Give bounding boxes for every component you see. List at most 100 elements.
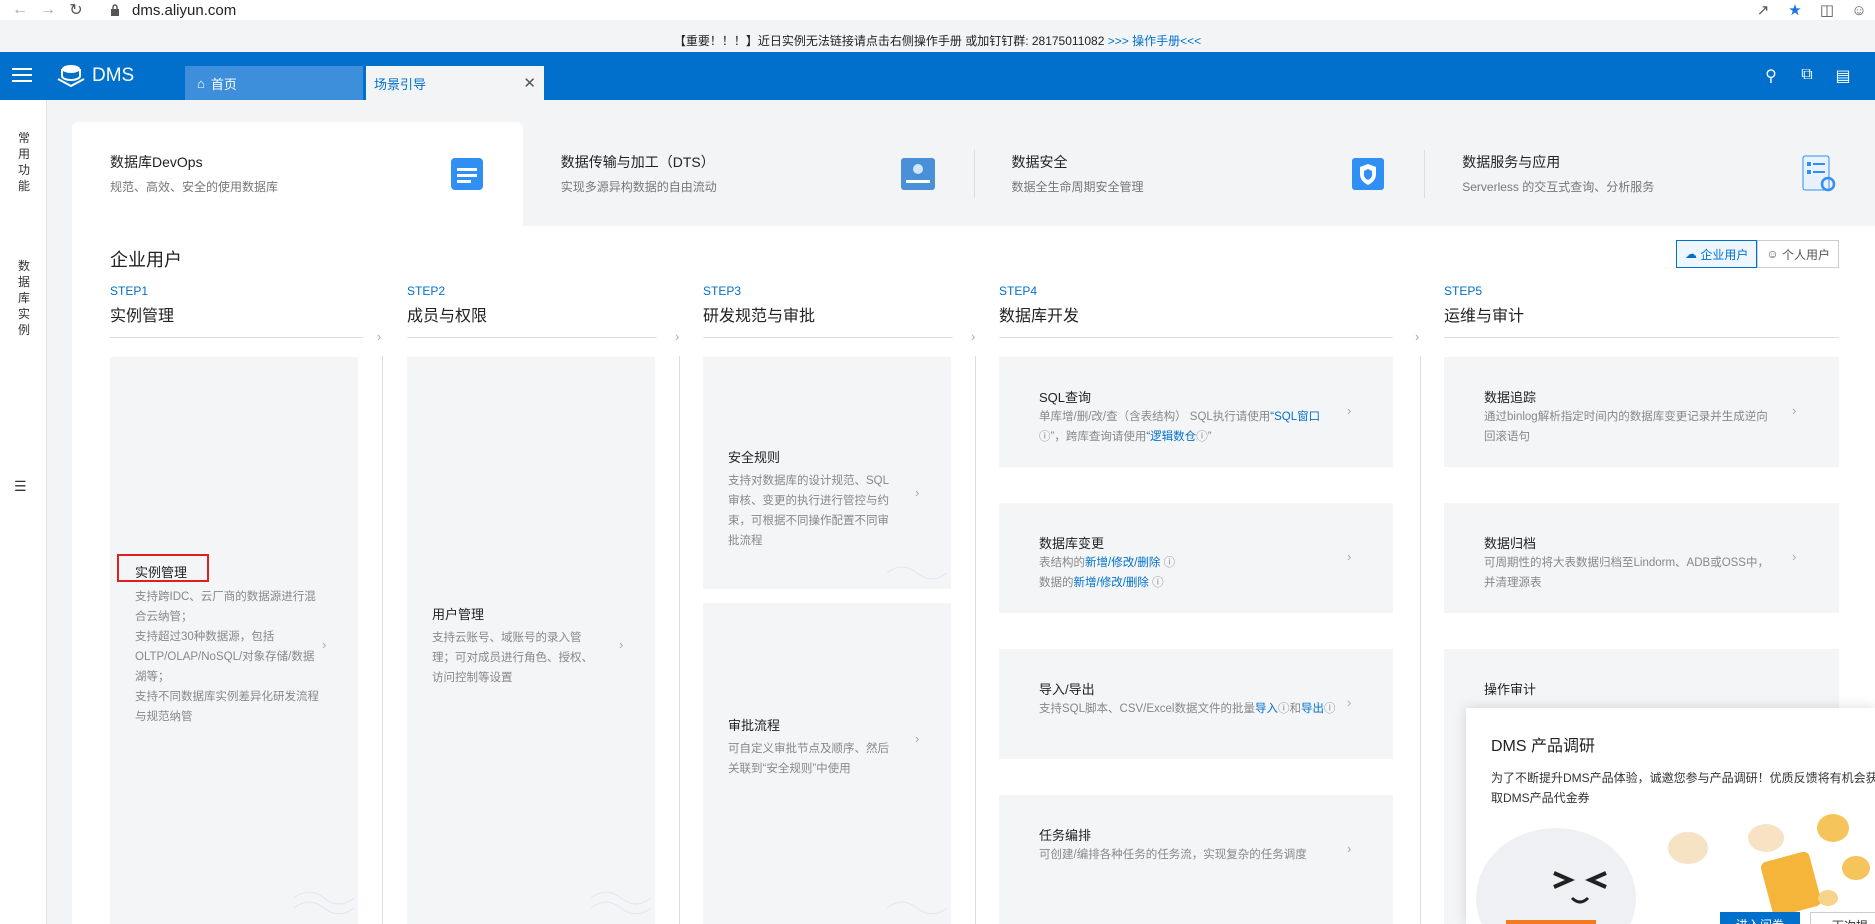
card-title: 操作审计	[1484, 682, 1537, 697]
notice-bar: 【重要！！！】近日实例无法链接请点击右侧操作手册 或加钉钉群: 28175011…	[0, 28, 1875, 54]
scene-tabs: 数据库DevOps 规范、高效、安全的使用数据库 数据传输与加工（DTS） 实现…	[72, 122, 1875, 226]
share-icon[interactable]: ↗	[1747, 1, 1779, 19]
address-bar[interactable]: dms.aliyun.com	[110, 0, 236, 20]
help-icon[interactable]: ⓘ	[1196, 431, 1208, 443]
manual-link[interactable]: >>> 操作手册<<<	[1108, 34, 1201, 48]
card-description: 可周期性的将大表数据归档至Lindorm、ADB或OSS中，并清理源表	[1484, 557, 1769, 589]
chevron-right-icon: ›	[322, 637, 327, 652]
card-description: 支持对数据库的设计规范、SQL审核、变更的执行进行管控与约束，可根据不同操作配置…	[728, 475, 890, 547]
checklist-illustration-icon	[1802, 155, 1836, 192]
desc-text: 和	[1289, 703, 1301, 715]
tab-home-label: 首页	[210, 76, 237, 92]
logical-warehouse-link[interactable]: “逻辑数仓	[1146, 431, 1196, 443]
personal-user-option[interactable]: ☺ 个人用户	[1757, 240, 1839, 268]
card-description: 单库增/删/改/查（含表结构） SQL执行请使用“SQL窗口ⓘ”，跨库查询请使用…	[1039, 407, 1339, 447]
column-divider	[679, 356, 680, 924]
chevron-right-icon: ›	[619, 637, 624, 652]
copy-icon[interactable]: ⧉	[1789, 66, 1825, 86]
card-title: 任务编排	[1039, 828, 1092, 843]
rail-item-db-instances[interactable]: 数据库实例	[18, 258, 32, 338]
divider	[999, 337, 1393, 338]
highlight-box	[117, 554, 209, 582]
back-icon[interactable]: ←	[12, 1, 28, 19]
import-link[interactable]: 导入	[1255, 703, 1278, 715]
help-icon[interactable]: ⓘ	[1164, 557, 1176, 569]
card-user-management[interactable]: 用户管理 支持云账号、域账号的录入管理；可对成员进行角色、授权、访问控制等设置 …	[407, 357, 655, 924]
card-instance-management[interactable]: 实例管理 支持跨IDC、云厂商的数据源进行混合云纳管； 支持超过30种数据源，包…	[110, 357, 358, 924]
card-description: 支持云账号、域账号的录入管理；可对成员进行角色、授权、访问控制等设置	[432, 632, 593, 684]
user-type-switch: ☁ 企业用户 ☺ 个人用户	[1676, 240, 1839, 268]
card-import-export[interactable]: 导入/导出 支持SQL脚本、CSV/Excel数据文件的批量导入ⓘ和导出ⓘ ›	[999, 649, 1393, 759]
home-icon: ⌂	[197, 75, 205, 91]
sidebar-toggle-icon[interactable]: ◫	[1811, 1, 1843, 19]
search-icon[interactable]: ⚲	[1753, 66, 1789, 86]
survey-description: 为了不断提升DMS产品体验，诚邀您参与产品调研！优质反馈将有机会获取DMS产品代…	[1491, 771, 1875, 805]
help-icon[interactable]: ⓘ	[1039, 431, 1051, 443]
card-data-archive[interactable]: 数据归档 可周期性的将大表数据归档至Lindorm、ADB或OSS中，并清理源表…	[1444, 503, 1839, 613]
divider	[110, 337, 363, 338]
step-title: 成员与权限	[407, 308, 488, 325]
chevron-right-icon: ›	[1347, 403, 1352, 418]
column-divider	[1420, 356, 1421, 924]
column-divider	[975, 356, 976, 924]
notes-icon[interactable]: ▤	[1825, 66, 1861, 86]
option-label: 个人用户	[1781, 247, 1830, 262]
scene-title: 数据传输与加工（DTS）	[560, 154, 715, 170]
step-number: STEP2	[407, 284, 446, 298]
survey-popup: DMS 产品调研 为了不断提升DMS产品体验，诚邀您参与产品调研！优质反馈将有机…	[1466, 708, 1875, 924]
step-number: STEP4	[999, 284, 1038, 298]
help-icon[interactable]: ⓘ	[1324, 703, 1336, 715]
expand-panel-icon[interactable]: ☰	[14, 478, 27, 495]
card-security-rules[interactable]: 安全规则 支持对数据库的设计规范、SQL审核、变更的执行进行管控与约束，可根据不…	[703, 357, 951, 589]
scene-dts[interactable]: 数据传输与加工（DTS） 实现多源异构数据的自由流动	[523, 122, 974, 226]
wave-decoration-icon	[591, 891, 651, 915]
desc-text: 支持SQL脚本、CSV/Excel数据文件的批量	[1039, 703, 1255, 715]
scene-data-service[interactable]: 数据服务与应用 Serverless 的交互式查询、分析服务	[1424, 122, 1875, 226]
tab-scene-guide[interactable]: 场景引导 ✕	[366, 66, 544, 100]
column-divider	[382, 356, 383, 924]
scene-devops[interactable]: 数据库DevOps 规范、高效、安全的使用数据库	[72, 122, 523, 226]
card-sql-query[interactable]: SQL查询 单库增/删/改/查（含表结构） SQL执行请使用“SQL窗口ⓘ”，跨…	[999, 357, 1393, 467]
close-icon[interactable]: ✕	[523, 74, 536, 92]
database-logo-icon	[57, 65, 85, 88]
chevron-right-icon: ›	[1347, 549, 1352, 564]
rail-item-common[interactable]: 常用功能	[18, 130, 32, 194]
tab-home[interactable]: ⌂ 首页	[185, 66, 363, 100]
mascot-illustration	[1476, 814, 1870, 924]
export-link[interactable]: 导出	[1301, 703, 1324, 715]
wave-decoration-icon	[887, 901, 947, 915]
bookmark-star-icon[interactable]: ★	[1779, 1, 1811, 19]
scene-security[interactable]: 数据安全 数据全生命周期安全管理	[973, 122, 1425, 226]
card-title: SQL查询	[1039, 390, 1092, 405]
data-change-link[interactable]: 新增/修改/删除	[1074, 577, 1149, 589]
card-db-change[interactable]: 数据库变更 表结构的新增/修改/删除 ⓘ 数据的新增/修改/删除 ⓘ ›	[999, 503, 1393, 613]
scene-title: 数据库DevOps	[110, 154, 203, 170]
hamburger-menu-icon[interactable]	[12, 68, 32, 84]
chevron-right-icon: ›	[915, 485, 920, 500]
shield-illustration-icon	[1352, 158, 1385, 190]
forward-icon[interactable]: →	[40, 1, 56, 19]
wave-decoration-icon	[294, 891, 354, 915]
step-1: STEP1 实例管理	[110, 284, 174, 326]
remind-later-button[interactable]: 下次提	[1810, 912, 1875, 924]
help-icon[interactable]: ⓘ	[1152, 577, 1164, 589]
card-data-tracking[interactable]: 数据追踪 通过binlog解析指定时间内的数据库变更记录并生成逆向回滚语句 ›	[1444, 357, 1839, 467]
card-title: 导入/导出	[1039, 682, 1095, 697]
step-4: STEP4 数据库开发	[999, 284, 1079, 326]
card-task-orchestration[interactable]: 任务编排 可创建/编排各种任务的任务流，实现复杂的任务调度 ›	[999, 795, 1393, 924]
chevron-right-icon: ›	[1347, 841, 1352, 856]
sql-window-link[interactable]: “SQL窗口	[1270, 411, 1320, 423]
help-icon[interactable]: ⓘ	[1278, 703, 1290, 715]
schema-change-link[interactable]: 新增/修改/删除	[1085, 557, 1160, 569]
chevron-right-icon: ›	[915, 731, 920, 746]
card-approval-flow[interactable]: 审批流程 可自定义审批节点及顺序、然后关联到“安全规则”中使用 ›	[703, 603, 951, 924]
scene-subtitle: Serverless 的交互式查询、分析服务	[1462, 180, 1655, 194]
reload-icon[interactable]: ↻	[68, 0, 84, 20]
dms-logo[interactable]: DMS	[56, 62, 134, 90]
card-description: 通过binlog解析指定时间内的数据库变更记录并生成逆向回滚语句	[1484, 411, 1768, 443]
enterprise-user-option[interactable]: ☁ 企业用户	[1676, 240, 1758, 268]
profile-icon[interactable]: ☺	[1843, 2, 1875, 19]
browser-toolbar: ← → ↻ dms.aliyun.com ↗ ★ ◫ ☺	[0, 0, 1875, 20]
enter-survey-button[interactable]: 进入问卷	[1720, 912, 1800, 924]
chevron-right-icon: ›	[1347, 695, 1352, 710]
